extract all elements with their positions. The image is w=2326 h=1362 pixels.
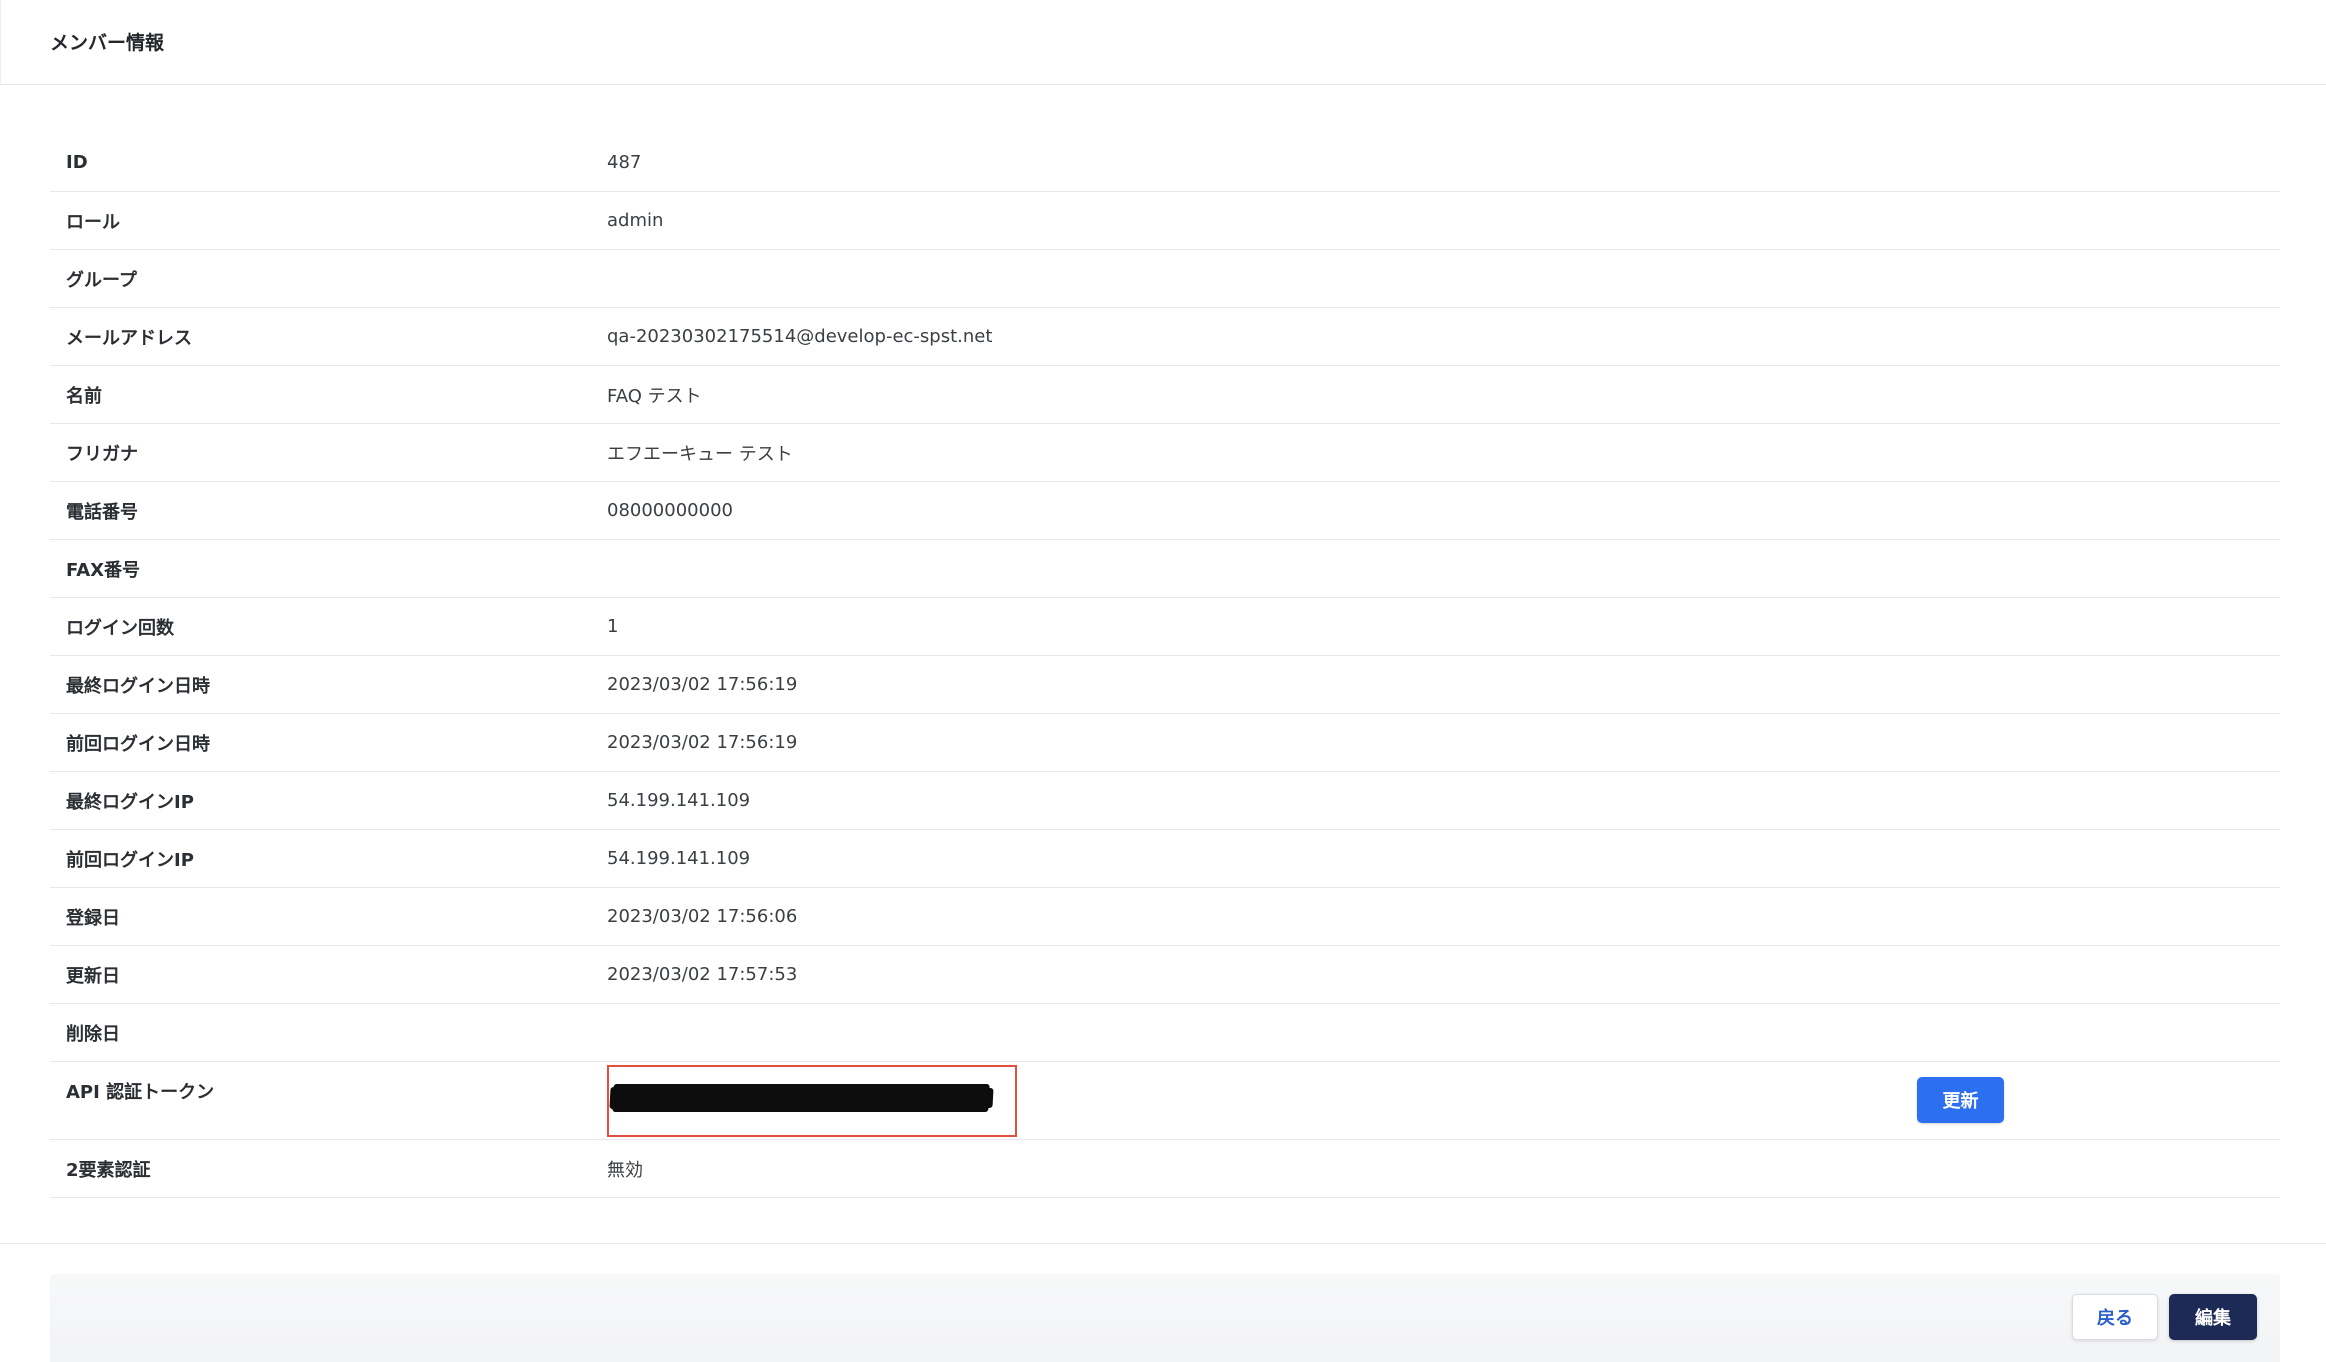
row-value: 1 [607, 616, 619, 637]
redacted-token-mark [612, 1084, 990, 1112]
row-label: 更新日 [66, 965, 120, 987]
row-label: グループ [66, 269, 137, 291]
row-value: 54.199.141.109 [607, 790, 751, 811]
row-label: 最終ログイン日時 [66, 675, 210, 697]
row-label: 登録日 [66, 907, 120, 929]
table-row-furigana: フリガナ エフエーキュー テスト [50, 424, 2280, 482]
table-row-fax: FAX番号 [50, 540, 2280, 598]
row-label: フリガナ [66, 443, 138, 465]
back-button[interactable]: 戻る [2072, 1294, 2158, 1340]
refresh-token-button[interactable]: 更新 [1917, 1077, 2004, 1123]
row-value: 無効 [607, 1159, 643, 1181]
row-label: ログイン回数 [66, 617, 174, 639]
table-row-id: ID 487 [50, 134, 2280, 192]
row-value: 54.199.141.109 [607, 848, 751, 869]
table-row-last-login-ip: 最終ログインIP 54.199.141.109 [50, 772, 2280, 830]
row-value: admin [607, 210, 664, 231]
table-row-login-count: ログイン回数 1 [50, 598, 2280, 656]
edit-button[interactable]: 編集 [2169, 1294, 2257, 1340]
row-label: ID [66, 152, 88, 173]
table-row-last-login-date: 最終ログイン日時 2023/03/02 17:56:19 [50, 656, 2280, 714]
row-value: 2023/03/02 17:57:53 [607, 964, 798, 985]
row-value: 2023/03/02 17:56:06 [607, 906, 798, 927]
table-row-role: ロール admin [50, 192, 2280, 250]
table-row-two-factor: 2要素認証 無効 [50, 1140, 2280, 1198]
row-label: メールアドレス [66, 327, 192, 349]
table-row-group: グループ [50, 250, 2280, 308]
row-value: 2023/03/02 17:56:19 [607, 732, 798, 753]
table-row-previous-login-date: 前回ログイン日時 2023/03/02 17:56:19 [50, 714, 2280, 772]
row-label: FAX番号 [66, 559, 141, 581]
table-row-email: メールアドレス qa-20230302175514@develop-ec-sps… [50, 308, 2280, 366]
card-header: メンバー情報 [0, 0, 2326, 85]
row-label: 前回ログインIP [66, 849, 194, 871]
row-value: 487 [607, 152, 642, 173]
table-row-api-token: API 認証トークン 更新 [50, 1062, 2280, 1140]
row-label: 最終ログインIP [66, 791, 194, 813]
table-row-updated-date: 更新日 2023/03/02 17:57:53 [50, 946, 2280, 1004]
row-label: 2要素認証 [66, 1159, 151, 1181]
member-info-page: メンバー情報 ID 487 ロール admin グループ メールアドレス qa-… [0, 0, 2326, 1362]
action-footer [50, 1274, 2280, 1362]
table-row-name: 名前 FAQ テスト [50, 366, 2280, 424]
row-label: 電話番号 [66, 501, 138, 523]
row-value: 08000000000 [607, 500, 733, 521]
table-row-phone: 電話番号 08000000000 [50, 482, 2280, 540]
row-value: 2023/03/02 17:56:19 [607, 674, 798, 695]
api-token-field [607, 1065, 1017, 1137]
member-detail-table: ID 487 ロール admin グループ メールアドレス qa-2023030… [50, 134, 2280, 1198]
table-row-created-date: 登録日 2023/03/02 17:56:06 [50, 888, 2280, 946]
row-value: qa-20230302175514@develop-ec-spst.net [607, 326, 993, 347]
row-value: FAQ テスト [607, 385, 702, 407]
table-row-deleted-date: 削除日 [50, 1004, 2280, 1062]
table-row-previous-login-ip: 前回ログインIP 54.199.141.109 [50, 830, 2280, 888]
section-divider [0, 1243, 2326, 1244]
row-label: API 認証トークン [66, 1082, 215, 1103]
row-value: エフエーキュー テスト [607, 443, 793, 465]
page-title: メンバー情報 [50, 31, 165, 54]
row-label: 前回ログイン日時 [66, 733, 210, 755]
row-label: 削除日 [66, 1023, 120, 1045]
row-label: ロール [66, 211, 120, 233]
row-label: 名前 [66, 385, 102, 407]
